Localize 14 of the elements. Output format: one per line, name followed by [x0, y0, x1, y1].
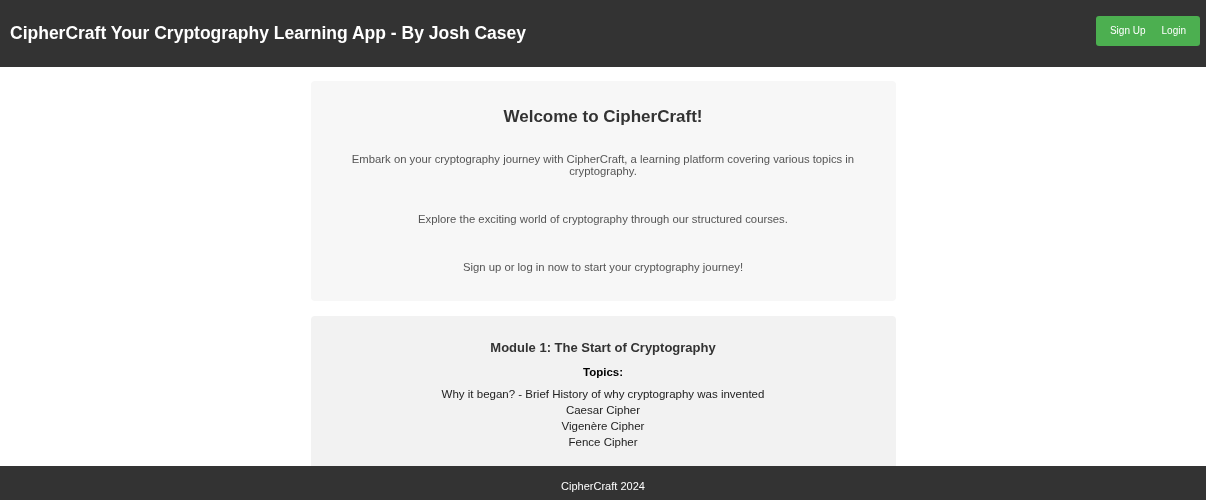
topic-item: Why it began? - Brief History of why cryptography was invented — [440, 387, 766, 402]
sign-up-button[interactable]: Sign Up — [1103, 21, 1152, 40]
login-button[interactable]: Login — [1155, 21, 1192, 40]
welcome-paragraph: Embark on your cryptography journey with CipherCraft, a learning platform covering various topics in cryptography. — [350, 153, 856, 177]
topics-label: Topics: — [581, 366, 624, 378]
footer-text: CipherCraft 2024 — [561, 480, 645, 492]
welcome-heading: Welcome to CipherCraft! — [502, 107, 704, 127]
module-heading: Module 1: The Start of Cryptography — [489, 340, 717, 355]
topic-item: Vigenère Cipher — [560, 419, 646, 434]
topic-item: Fence Cipher — [567, 435, 639, 450]
app-title: CipherCraft Your Cryptography Learning App - By Josh Casey — [10, 23, 526, 44]
welcome-paragraph: Sign up or log in now to start your cryptography journey! — [461, 261, 745, 273]
welcome-paragraph: Explore the exciting world of cryptography through our structured courses. — [417, 213, 789, 225]
topic-item: Caesar Cipher — [564, 403, 642, 418]
